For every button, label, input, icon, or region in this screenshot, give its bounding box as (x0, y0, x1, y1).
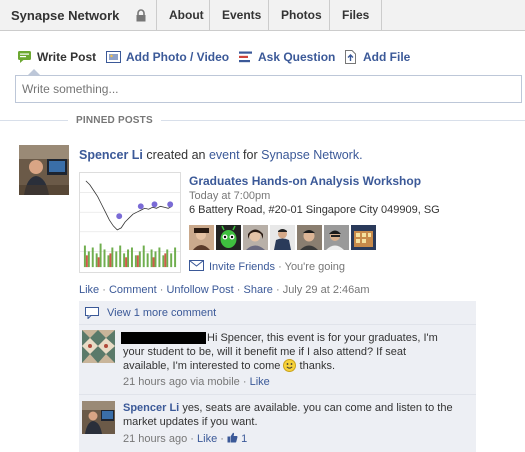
event-thumbnail[interactable] (79, 172, 181, 273)
comment-text-line1: Hi Spencer, this event is for your gradu… (207, 332, 438, 344)
attendee-avatar[interactable] (189, 225, 214, 250)
comment-text-end: thanks. (299, 360, 335, 372)
write-post-button[interactable]: Write Post (17, 50, 96, 64)
comment-item: Hi Spencer, this event is for your gradu… (79, 326, 476, 395)
write-post-label: Write Post (37, 50, 97, 64)
group-header: Synapse Network About Events Photos File… (0, 0, 525, 31)
separator: · (242, 376, 247, 388)
separator: · (275, 284, 280, 296)
comments-section: View 1 more comment Hi Spencer, this eve… (79, 301, 476, 452)
likes-count-value: 1 (241, 433, 248, 445)
tab-files[interactable]: Files (329, 0, 383, 31)
attendee-avatar[interactable] (297, 225, 322, 250)
question-icon (239, 51, 252, 63)
separator: · (236, 284, 241, 296)
separator: · (159, 284, 164, 296)
share-link[interactable]: Share (244, 284, 273, 296)
event-link[interactable]: event (209, 148, 240, 162)
comment-text: Hi Spencer, this event is for your gradu… (123, 331, 453, 373)
group-link[interactable]: Synapse Network. (261, 148, 362, 162)
attendee-avatar[interactable] (243, 225, 268, 250)
comment-likes-count[interactable]: 1 (227, 432, 248, 445)
commenter-avatar[interactable] (82, 401, 115, 434)
like-link[interactable]: Like (79, 284, 99, 296)
tab-about[interactable]: About (156, 0, 216, 31)
thumbs-up-icon (227, 432, 238, 443)
add-photo-video-label: Add Photo / Video (126, 50, 230, 64)
comment-like-link[interactable]: Like (197, 433, 217, 445)
envelope-icon (189, 260, 204, 271)
story-headline: Spencer Li created an event for Synapse … (79, 148, 363, 162)
group-name[interactable]: Synapse Network (11, 8, 119, 23)
add-file-label: Add File (363, 50, 411, 64)
lock-icon (136, 9, 146, 22)
view-more-comments-link[interactable]: View 1 more comment (107, 307, 216, 319)
comment-meta: 21 hours ago · Like · 1 (123, 432, 247, 445)
attendee-avatar[interactable] (324, 225, 349, 250)
tab-photos[interactable]: Photos (268, 0, 334, 31)
comment-author-link[interactable]: Spencer Li (123, 402, 179, 414)
view-more-comments-row[interactable]: View 1 more comment (79, 301, 476, 325)
attendee-avatar[interactable] (351, 225, 376, 250)
invite-friends-link[interactable]: Invite Friends (209, 261, 275, 273)
comment-text-body: your student to be, will it benefit me i… (123, 346, 407, 372)
smiley-icon (283, 359, 297, 372)
going-status: · You're going (278, 261, 346, 273)
event-title-link[interactable]: Graduates Hands-on Analysis Workshop (189, 174, 421, 188)
photo-icon (106, 51, 121, 63)
ask-question-button[interactable]: Ask Question (238, 50, 335, 64)
write-post-icon (18, 51, 31, 63)
comment-time[interactable]: 21 hours ago via mobile (123, 376, 240, 388)
ask-question-label: Ask Question (258, 50, 336, 64)
pinned-posts-heading: PINNED POSTS (68, 115, 161, 126)
author-avatar[interactable] (19, 145, 69, 195)
comment-like-link[interactable]: Like (250, 376, 270, 388)
separator: · (102, 284, 106, 296)
comment-time[interactable]: 21 hours ago (123, 433, 187, 445)
comment-bubble-icon (85, 307, 99, 319)
add-photo-video-button[interactable]: Add Photo / Video (106, 50, 229, 64)
separator: · (190, 433, 194, 445)
commenter-avatar[interactable] (82, 330, 115, 363)
author-name-link[interactable]: Spencer Li (79, 148, 143, 162)
comment-text: Spencer Li yes, seats are available. you… (123, 401, 453, 429)
attendee-avatar[interactable] (216, 225, 241, 250)
event-address: 6 Battery Road, #20-01 Singapore City 04… (189, 204, 440, 216)
separator: · (220, 433, 224, 445)
invite-row: Invite Friends · You're going (189, 260, 345, 273)
post-timestamp[interactable]: July 29 at 2:46am (283, 284, 370, 296)
unfollow-post-link[interactable]: Unfollow Post (166, 284, 233, 296)
event-time: Today at 7:00pm (189, 190, 271, 202)
file-icon (345, 50, 356, 64)
story-connector: for (243, 148, 258, 162)
story-verb: created an (146, 148, 206, 162)
comment-link[interactable]: Comment (109, 284, 157, 296)
comment-item: Spencer Li yes, seats are available. you… (79, 396, 476, 452)
add-file-button[interactable]: Add File (343, 50, 410, 64)
attendee-avatar[interactable] (270, 225, 295, 250)
write-something-input[interactable] (15, 75, 522, 103)
comment-meta: 21 hours ago via mobile · Like (123, 376, 270, 388)
story-actions: Like · Comment · Unfollow Post · Share ·… (79, 284, 370, 296)
composer: Write Post Add Photo / Video Ask Questio… (0, 31, 525, 109)
tab-events[interactable]: Events (209, 0, 273, 31)
